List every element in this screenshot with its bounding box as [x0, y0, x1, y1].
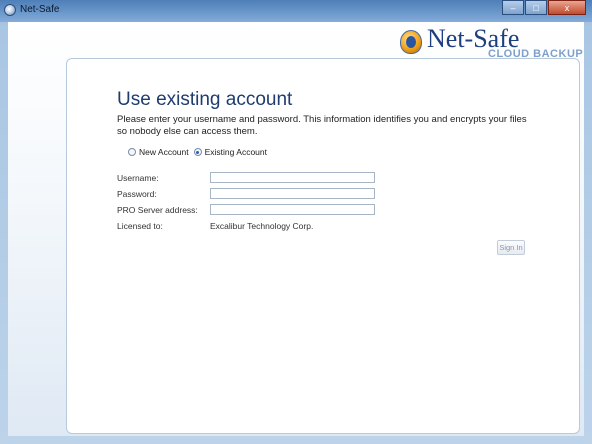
server-address-label: PRO Server address: — [117, 205, 198, 215]
minimize-button[interactable]: – — [502, 0, 524, 15]
maximize-button[interactable]: □ — [525, 0, 547, 15]
server-address-input[interactable] — [210, 204, 375, 215]
radio-existing-account[interactable]: Existing Account — [193, 147, 267, 157]
netsafe-badge-icon — [400, 30, 422, 54]
page-title: Use existing account — [117, 89, 293, 110]
licensed-to-value: Excalibur Technology Corp. — [210, 221, 314, 231]
username-label: Username: — [117, 173, 159, 183]
description-text: Please enter your username and password.… — [117, 114, 527, 137]
radio-label: Existing Account — [204, 147, 267, 157]
password-label: Password: — [117, 189, 157, 199]
app-icon — [4, 4, 16, 16]
close-button[interactable]: x — [548, 0, 586, 15]
title-bar[interactable]: Net-Safe – □ x — [0, 0, 592, 22]
app-window: Net-Safe – □ x Net-Safe CLOUD BACKUP Use… — [0, 0, 592, 444]
licensed-to-label: Licensed to: — [117, 221, 163, 231]
password-input[interactable] — [210, 188, 375, 199]
window-title: Net-Safe — [20, 4, 60, 15]
account-type-radio-group: New Account Existing Account — [128, 147, 267, 157]
radio-new-account[interactable]: New Account — [128, 147, 189, 157]
radio-label: New Account — [139, 147, 189, 157]
radio-button-icon[interactable] — [128, 148, 136, 156]
username-input[interactable] — [210, 172, 375, 183]
radio-button-checked-icon[interactable] — [193, 148, 202, 156]
sign-in-button[interactable]: Sign In — [497, 240, 525, 255]
window-controls: – □ x — [501, 0, 586, 16]
